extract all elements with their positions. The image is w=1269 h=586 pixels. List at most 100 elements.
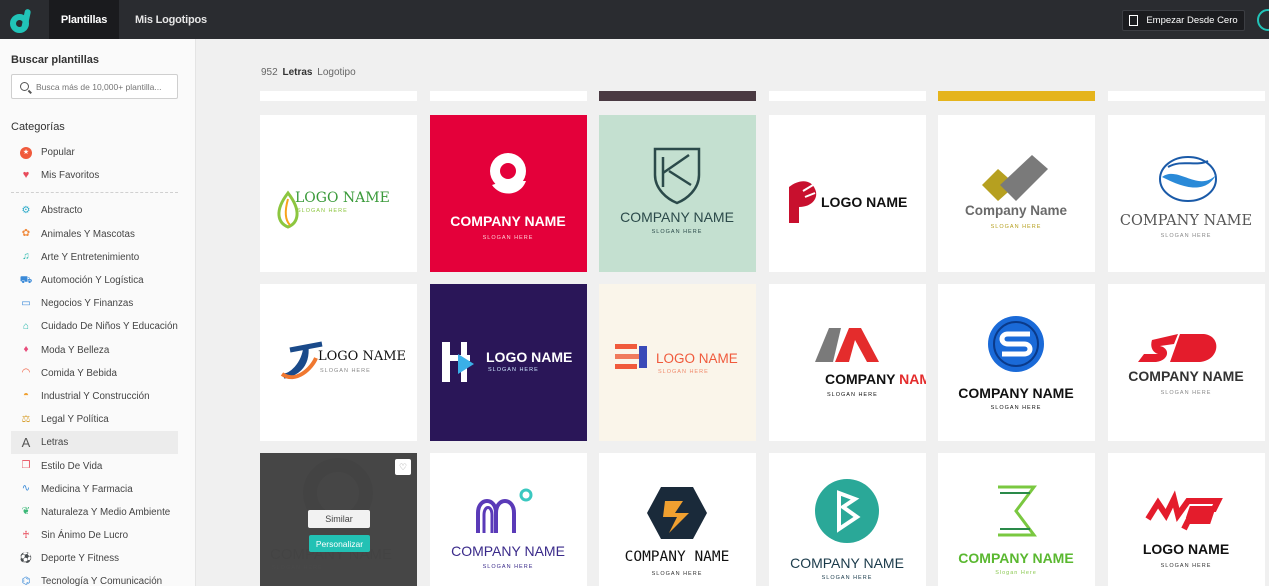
soccer-ball-icon: ⚽ [19,552,33,564]
template-card[interactable]: COMPANY NAME SLOGAN HERE [938,284,1095,441]
sidebar-item-label: Legal Y Política [41,414,109,426]
template-card-partial[interactable] [938,91,1095,101]
sidebar-item-estilo-de-vida[interactable]: ❒ Estilo De Vida [0,454,195,477]
sidebar-item-label: Tecnología Y Comunicación [41,576,163,586]
template-card[interactable]: COMPANY NAME Slogan Here [938,453,1095,586]
logo-slogan-text: SLOGAN HERE [658,369,709,375]
logo-slogan-text: SLOGAN HERE [822,575,873,581]
start-button-label: Empezar Desde Cero [1146,15,1238,26]
sidebar-item-animales-y-mascotas[interactable]: ✿ Animales Y Mascotas [0,223,195,246]
template-card[interactable]: COMPANY NAME SLOGAN HERE [1108,115,1265,272]
categories-title: Categorías [11,121,65,133]
logo-preview: COMPANY NAME Slogan Here [958,485,1074,576]
logo-slogan-text: SLOGAN HERE [652,571,703,577]
brand-logo-icon[interactable] [9,7,35,33]
sidebar-item-label: Arte Y Entretenimiento [41,251,140,263]
logo-slogan-text: SLOGAN HERE [991,224,1042,230]
customize-button[interactable]: Personalizar [309,535,370,552]
search-icon [20,82,29,91]
template-card[interactable]: LOGO NAME SLOGAN HERE [260,115,417,272]
logo-name-text: LOGO NAME [656,351,738,366]
logo-mark-icon [1138,334,1217,362]
logo-name-text: COMPANY NAME [790,555,904,571]
template-card[interactable]: LOGO NAME SLOGAN HERE [430,284,587,441]
template-card-partial[interactable] [599,91,756,101]
template-card[interactable]: COMPANY NAMESLOGAN HERE♡SimilarPersonali… [260,453,417,586]
logo-slogan-text: SLOGAN HERE [320,368,371,374]
template-card[interactable]: COMPANY NAME SLOGAN HERE [430,115,587,272]
sidebar-item-moda-y-belleza[interactable]: ♦ Moda Y Belleza [0,339,195,362]
leaf-icon: ❦ [21,506,31,518]
results-category: Letras [282,67,313,78]
sidebar-item-deporte-y-fitness[interactable]: ⚽ Deporte Y Fitness [0,547,195,570]
template-card[interactable]: COMPANY NAME SLOGAN HERE [1108,284,1265,441]
tab-plantillas[interactable]: Plantillas [49,0,119,39]
template-card-partial[interactable] [430,91,587,101]
results-count: 952 Letras Logotipo [261,67,356,78]
tab-mis-logotipos[interactable]: Mis Logotipos [119,0,223,39]
template-card-partial[interactable] [769,91,926,101]
logo-mark-icon [1159,156,1217,202]
template-card[interactable]: COMPANY NAME SLOGAN HERE [430,453,587,586]
logo-slogan-text: Slogan Here [995,570,1037,576]
template-card[interactable]: LOGO NAME SLOGAN HERE [1108,453,1265,586]
logo-preview: LOGO NAME SLOGAN HERE [1143,490,1229,569]
similar-button[interactable]: Similar [308,510,370,528]
logo-mark-icon [476,488,533,533]
template-card-partial[interactable] [260,91,417,101]
cloche-icon: ◠ [21,367,31,379]
sidebar-item-legal-y-politica[interactable]: ⚖ Legal Y Política [0,408,195,431]
sidebar-item-label: Industrial Y Construcción [41,390,150,402]
logo-mark-icon [982,155,1048,201]
chip-icon: ⌬ [21,575,31,586]
gift-icon: ❒ [21,460,31,472]
sidebar-item-comida-y-bebida[interactable]: ◠ Comida Y Bebida [0,362,195,385]
template-card-partial[interactable] [1108,91,1265,101]
sidebar-item-medicina-y-farmacia[interactable]: ∿ Medicina Y Farmacia [0,478,195,501]
start-from-scratch-button[interactable]: Empezar Desde Cero [1122,10,1245,31]
template-card[interactable]: Company Name SLOGAN HERE [938,115,1095,272]
avatar[interactable] [1257,9,1269,31]
results-suffix: Logotipo [317,67,356,78]
logo-mark-icon [815,328,879,362]
sidebar-item-popular[interactable]: ★ Popular [0,141,195,164]
template-card[interactable]: LOGO NAME [769,115,926,272]
sidebar-item-sin-animo-de-lucro[interactable]: ♰ Sin Ánimo De Lucro [0,524,195,547]
sidebar-item-automocion-y-logistica[interactable]: ⛟ Automoción Y Logística [0,269,195,292]
car-icon: ⛟ [19,274,33,286]
logo-name-text: LOGO NAME [1143,541,1229,557]
sidebar-item-favoritos[interactable]: ♥ Mis Favoritos [0,164,195,187]
template-card[interactable]: COMPANY NAME SLOGAN HERE [769,284,926,441]
sidebar-item-negocios-y-finanzas[interactable]: ▭ Negocios Y Finanzas [0,292,195,315]
logo-preview: Company Name SLOGAN HERE [965,155,1068,230]
star-icon: ★ [20,146,32,159]
ribbon-icon: ♰ [22,529,30,541]
sidebar-item-abstracto[interactable]: ⚙ Abstracto [0,199,195,222]
template-card[interactable]: COMPANY NAME SLOGAN HERE [769,453,926,586]
template-card[interactable]: LOGO NAME SLOGAN HERE [260,284,417,441]
scales-icon: ⚖ [21,413,31,425]
sidebar-item-arte-y-entretenimiento[interactable]: ♫ Arte Y Entretenimiento [0,246,195,269]
logo-name-text: LOGO NAME [486,349,572,365]
logo-name-text: LOGO NAME [295,190,390,206]
paw-icon: ✿ [21,228,31,240]
logo-mark-icon [490,153,526,194]
heart-outline-icon[interactable]: ♡ [395,459,411,475]
search-input[interactable] [36,81,171,92]
category-list: ★ Popular ♥ Mis Favoritos ⚙ Abstracto ✿ Ani… [0,141,195,586]
sidebar-item-industrial-y-construccion[interactable]: ◓ Industrial Y Construcción [0,385,195,408]
logo-name-text: COMPANY NAME [625,549,730,565]
sidebar-item-naturaleza-y-medio-ambiente[interactable]: ❦ Naturaleza Y Medio Ambiente [0,501,195,524]
sidebar-item-cuidado-de-ninos-y-educacion[interactable]: ⌂ Cuidado De Niños Y Educación [0,315,195,338]
template-card[interactable]: COMPANY NAME SLOGAN HERE [599,453,756,586]
logo-preview: COMPANY NAME SLOGAN HERE [625,487,730,577]
search-box[interactable] [11,74,178,99]
sidebar: Buscar plantillas Categorías ★ Popular ♥… [0,39,196,586]
sidebar-item-letras[interactable]: A Letras [11,431,178,455]
logo-name-text: LOGO NAME [821,194,907,210]
search-title: Buscar plantillas [11,54,100,66]
sidebar-item-tecnologia-y-comunicacion[interactable]: ⌬ Tecnología Y Comunicación [0,570,195,586]
template-card[interactable]: COMPANY NAME SLOGAN HERE [599,115,756,272]
template-card[interactable]: LOGO NAME SLOGAN HERE [599,284,756,441]
diamond-icon: ♦ [23,344,29,356]
